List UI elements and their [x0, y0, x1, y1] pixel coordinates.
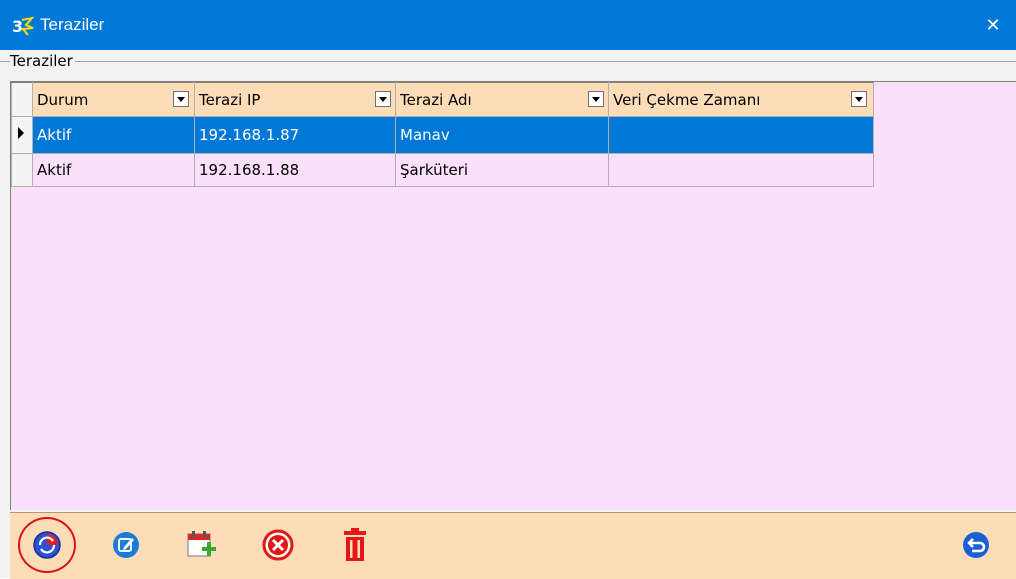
filter-dropdown-icon[interactable] — [851, 91, 867, 107]
filter-dropdown-icon[interactable] — [375, 91, 391, 107]
column-header-durum[interactable]: Durum — [32, 82, 195, 117]
column-header-veri-cekme-zamani[interactable]: Veri Çekme Zamanı — [608, 82, 874, 117]
cell-terazi-adi[interactable]: Manav — [395, 116, 609, 154]
filter-dropdown-icon[interactable] — [173, 91, 189, 107]
current-row-arrow-icon — [18, 127, 24, 139]
row-indicator[interactable] — [11, 153, 33, 187]
add-record-button[interactable] — [184, 527, 220, 563]
cell-terazi-ip[interactable]: 192.168.1.87 — [194, 116, 396, 154]
edit-button[interactable] — [108, 527, 144, 563]
refresh-button[interactable] — [29, 527, 65, 563]
add-calendar-icon — [187, 531, 216, 557]
scales-grid[interactable]: Durum Terazi IP Terazi Adı Veri Çekme Za… — [10, 81, 1016, 510]
cell-veri-cekme-zamani[interactable] — [608, 116, 874, 154]
table-row[interactable]: Aktif 192.168.1.87 Manav — [11, 116, 874, 154]
window-title: Teraziler — [40, 15, 105, 34]
close-button[interactable]: ✕ — [970, 0, 1016, 50]
filter-dropdown-icon[interactable] — [588, 91, 604, 107]
edit-icon — [113, 532, 139, 558]
cancel-icon — [262, 529, 294, 561]
app-window: 3 Teraziler ✕ Teraziler Durum Terazi IP … — [0, 0, 1016, 579]
cell-durum[interactable]: Aktif — [32, 153, 195, 187]
app-logo-icon: 3 — [12, 16, 34, 36]
group-label: Teraziler — [10, 51, 75, 71]
column-header-terazi-ip[interactable]: Terazi IP — [194, 82, 396, 117]
cancel-button[interactable] — [260, 527, 296, 563]
cell-veri-cekme-zamani[interactable] — [608, 153, 874, 187]
row-indicator-header — [11, 82, 33, 117]
table-row[interactable]: Aktif 192.168.1.88 Şarküteri — [11, 153, 874, 187]
delete-button[interactable] — [337, 527, 373, 563]
back-button[interactable] — [958, 527, 994, 563]
close-icon: ✕ — [985, 14, 1001, 36]
delete-icon — [344, 528, 366, 561]
refresh-icon — [33, 531, 61, 559]
svg-text:3: 3 — [12, 17, 23, 36]
cell-terazi-adi[interactable]: Şarküteri — [395, 153, 609, 187]
back-icon — [963, 532, 989, 558]
cell-terazi-ip[interactable]: 192.168.1.88 — [194, 153, 396, 187]
header-row: Durum Terazi IP Terazi Adı Veri Çekme Za… — [11, 82, 874, 117]
scales-table: Durum Terazi IP Terazi Adı Veri Çekme Za… — [11, 82, 874, 187]
title-bar[interactable]: 3 Teraziler ✕ — [0, 0, 1016, 50]
group-border — [0, 61, 1016, 62]
row-indicator[interactable] — [11, 116, 33, 154]
column-header-terazi-adi[interactable]: Terazi Adı — [395, 82, 609, 117]
bottom-toolbar — [10, 512, 1016, 579]
cell-durum[interactable]: Aktif — [32, 116, 195, 154]
